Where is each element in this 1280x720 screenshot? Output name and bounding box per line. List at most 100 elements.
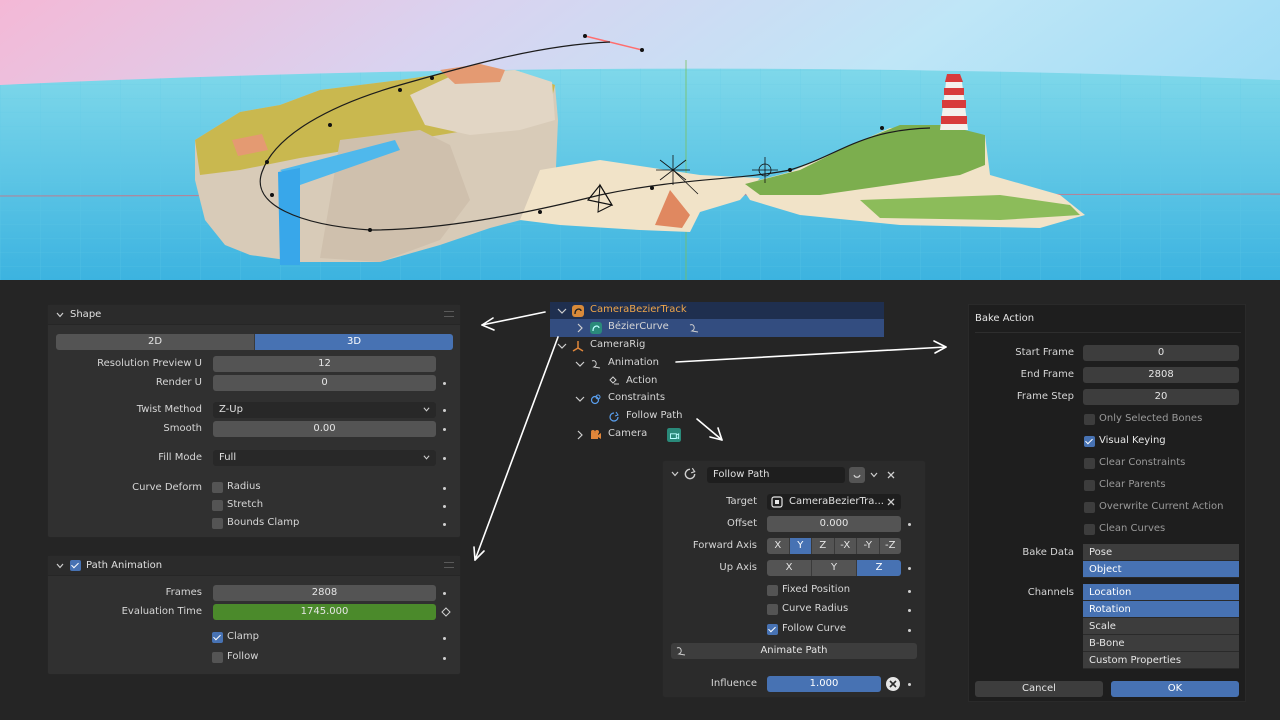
clear-constraints-checkbox[interactable] bbox=[1084, 458, 1095, 469]
fill-mode-dropdown[interactable]: Full bbox=[213, 450, 436, 466]
path-animation-header[interactable]: Path Animation bbox=[48, 556, 460, 576]
forward-axis-x-button[interactable]: X bbox=[767, 538, 790, 554]
constraint-name-field[interactable]: Follow Path bbox=[707, 467, 845, 483]
frames-field[interactable]: 2808 bbox=[213, 585, 436, 601]
channel-custom-properties-item[interactable]: Custom Properties bbox=[1083, 652, 1239, 669]
fixed-position-checkbox[interactable] bbox=[767, 585, 778, 596]
outliner-item-camera-rig[interactable]: CameraRig bbox=[550, 337, 884, 355]
channel-b-bone-item[interactable]: B-Bone bbox=[1083, 635, 1239, 652]
eval-time-field[interactable]: 1745.000 bbox=[213, 604, 436, 620]
offset-field[interactable]: 0.000 bbox=[767, 516, 901, 532]
up-axis-x-button[interactable]: X bbox=[767, 560, 812, 576]
up-axis-y-button[interactable]: Y bbox=[812, 560, 857, 576]
outliner-item-camera-bezier-track[interactable]: CameraBezierTrack bbox=[550, 302, 884, 320]
close-icon[interactable] bbox=[887, 498, 895, 506]
constraint-options-button[interactable] bbox=[849, 467, 865, 483]
fixed-position-keyframe-dot[interactable] bbox=[908, 590, 911, 593]
radius-checkbox[interactable] bbox=[212, 482, 223, 493]
stretch-checkbox[interactable] bbox=[212, 500, 223, 511]
forward-axis-y-button[interactable]: Y bbox=[789, 538, 812, 554]
clean-curves-checkbox[interactable] bbox=[1084, 524, 1095, 535]
curve-object-icon bbox=[572, 305, 584, 317]
shape-panel-header[interactable]: Shape bbox=[48, 305, 460, 325]
start-frame-field[interactable]: 0 bbox=[1083, 345, 1239, 361]
bake-data-pose-item[interactable]: Pose bbox=[1083, 544, 1239, 561]
3d-viewport[interactable] bbox=[0, 0, 1280, 280]
channel-location-item[interactable]: Location bbox=[1083, 584, 1239, 601]
stretch-keyframe-dot[interactable] bbox=[443, 505, 446, 508]
frame-step-field[interactable]: 20 bbox=[1083, 389, 1239, 405]
drag-grip-icon[interactable] bbox=[444, 562, 454, 568]
up-axis-keyframe-dot[interactable] bbox=[908, 567, 911, 570]
constraint-icon bbox=[590, 394, 601, 405]
disable-keep-transform-icon[interactable] bbox=[885, 676, 901, 692]
follow-checkbox[interactable] bbox=[212, 652, 223, 663]
curve-radius-keyframe-dot[interactable] bbox=[908, 609, 911, 612]
dim-3d-button[interactable]: 3D bbox=[255, 334, 453, 350]
smooth-field[interactable]: 0.00 bbox=[213, 421, 436, 437]
clear-parents-checkbox[interactable] bbox=[1084, 480, 1095, 491]
ok-button[interactable]: OK bbox=[1111, 681, 1239, 697]
outliner-item-follow-path[interactable]: Follow Path bbox=[550, 408, 884, 426]
dim-2d-button[interactable]: 2D bbox=[56, 334, 255, 350]
outliner-item-animation[interactable]: Animation bbox=[550, 355, 884, 373]
forward-axis-z-button[interactable]: Z bbox=[812, 538, 835, 554]
bake-data-object-item[interactable]: Object bbox=[1083, 561, 1239, 578]
bounds-clamp-keyframe-dot[interactable] bbox=[443, 523, 446, 526]
render-u-keyframe-dot[interactable] bbox=[443, 382, 446, 385]
outliner-item-action[interactable]: Action bbox=[550, 373, 884, 391]
curve-radius-checkbox[interactable] bbox=[767, 604, 778, 615]
forward-axis-neg-z-button[interactable]: -Z bbox=[879, 538, 901, 554]
drag-grip-icon[interactable] bbox=[444, 311, 454, 317]
clamp-checkbox[interactable] bbox=[212, 632, 223, 643]
clamp-keyframe-dot[interactable] bbox=[443, 637, 446, 640]
up-axis-z-button[interactable]: Z bbox=[857, 560, 901, 576]
overwrite-current-action-checkbox[interactable] bbox=[1084, 502, 1095, 513]
channel-scale-item[interactable]: Scale bbox=[1083, 618, 1239, 635]
camera-data-icon bbox=[667, 428, 681, 442]
shape-panel-title: Shape bbox=[70, 309, 102, 320]
forward-axis-neg-y-button[interactable]: -Y bbox=[857, 538, 880, 554]
follow-curve-keyframe-dot[interactable] bbox=[908, 629, 911, 632]
chevron-down-icon[interactable] bbox=[671, 470, 679, 478]
render-u-field[interactable]: 0 bbox=[213, 375, 436, 391]
clean-curves-label: Clean Curves bbox=[1099, 523, 1166, 534]
curve-data-icon bbox=[590, 322, 602, 334]
resolution-preview-u-label: Resolution Preview U bbox=[97, 358, 202, 369]
twist-method-dropdown[interactable]: Z-Up bbox=[213, 402, 436, 418]
influence-keyframe-dot[interactable] bbox=[908, 683, 911, 686]
outliner: CameraBezierTrack BézierCurve CameraRig … bbox=[550, 302, 884, 446]
visual-keying-checkbox[interactable] bbox=[1084, 436, 1095, 447]
smooth-keyframe-dot[interactable] bbox=[443, 428, 446, 431]
chevron-down-icon bbox=[423, 455, 430, 460]
end-frame-field[interactable]: 2808 bbox=[1083, 367, 1239, 383]
cancel-button[interactable]: Cancel bbox=[975, 681, 1103, 697]
follow-keyframe-dot[interactable] bbox=[443, 657, 446, 660]
chevron-down-icon[interactable] bbox=[870, 471, 878, 479]
keyframe-diamond-icon[interactable] bbox=[441, 607, 451, 617]
follow-curve-checkbox[interactable] bbox=[767, 624, 778, 635]
title-divider bbox=[975, 332, 1241, 333]
clear-constraints-label: Clear Constraints bbox=[1099, 457, 1186, 468]
only-selected-bones-checkbox[interactable] bbox=[1084, 414, 1095, 425]
offset-keyframe-dot[interactable] bbox=[908, 523, 911, 526]
resolution-preview-u-field[interactable]: 12 bbox=[213, 356, 436, 372]
camera-icon bbox=[591, 430, 601, 439]
bounds-clamp-checkbox[interactable] bbox=[212, 518, 223, 529]
outliner-item-camera[interactable]: Camera bbox=[550, 426, 884, 444]
influence-field[interactable]: 1.000 bbox=[767, 676, 881, 692]
close-icon[interactable] bbox=[887, 471, 895, 479]
path-animation-checkbox[interactable] bbox=[70, 560, 81, 571]
chevron-right-icon bbox=[577, 430, 583, 440]
fill-mode-keyframe-dot[interactable] bbox=[443, 457, 446, 460]
outliner-item-bezier-curve[interactable]: BézierCurve bbox=[550, 319, 884, 337]
radius-keyframe-dot[interactable] bbox=[443, 487, 446, 490]
channel-rotation-item[interactable]: Rotation bbox=[1083, 601, 1239, 618]
animate-path-button[interactable]: Animate Path bbox=[671, 643, 917, 659]
frames-keyframe-dot[interactable] bbox=[443, 592, 446, 595]
forward-axis-neg-x-button[interactable]: -X bbox=[834, 538, 857, 554]
outliner-item-constraints[interactable]: Constraints bbox=[550, 390, 884, 408]
target-field[interactable]: CameraBezierTra... bbox=[767, 494, 901, 510]
follow-path-constraint-icon bbox=[609, 411, 619, 422]
twist-method-keyframe-dot[interactable] bbox=[443, 409, 446, 412]
